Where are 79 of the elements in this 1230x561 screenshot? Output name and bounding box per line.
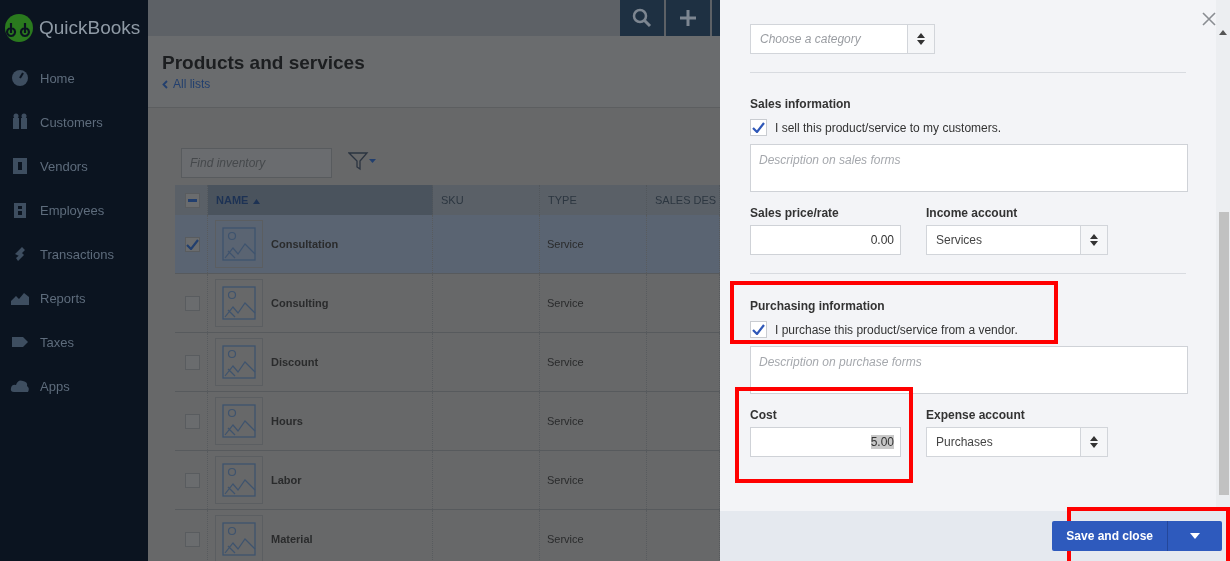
plus-icon <box>679 9 697 27</box>
nav-icon <box>10 156 30 176</box>
add-button[interactable] <box>666 0 710 36</box>
name-cell-text: Material <box>270 533 313 545</box>
nav-icon <box>10 112 30 132</box>
field-label: Sales price/rate <box>750 206 840 220</box>
checkbox[interactable] <box>750 119 767 136</box>
table-row[interactable]: Consulting Service <box>175 274 720 333</box>
close-icon <box>1200 10 1218 28</box>
image-icon <box>222 286 256 320</box>
category-select[interactable]: Choose a category <box>750 24 935 54</box>
nav-item[interactable]: Vendors <box>0 144 148 188</box>
table-row[interactable]: Consultation Service <box>175 215 720 274</box>
account-select[interactable]: Services <box>926 225 1108 255</box>
search-icon <box>632 8 652 28</box>
image-icon <box>222 463 256 497</box>
name-cell-text: Discount <box>270 356 319 368</box>
section-title: Sales information <box>750 97 852 111</box>
row-checkbox[interactable] <box>185 236 200 252</box>
check-icon <box>186 238 199 250</box>
type-cell-text: Service <box>546 238 584 250</box>
amount-field[interactable]: 5.00 <box>750 427 901 457</box>
description-field[interactable]: Description on purchase forms <box>750 346 1188 394</box>
field-label: Expense account <box>926 408 1026 422</box>
save-button[interactable]: Save and close <box>1052 521 1222 551</box>
nav-item[interactable]: Reports <box>0 276 148 320</box>
table-row[interactable]: Discount Service <box>175 333 720 392</box>
nav-item[interactable]: Apps <box>0 364 148 408</box>
scroll-up-icon[interactable] <box>1219 30 1227 35</box>
section-title: Purchasing information <box>750 299 886 313</box>
type-cell-text: Service <box>546 297 584 309</box>
scrollbar-thumb[interactable] <box>1219 212 1229 495</box>
sort-up-icon <box>253 199 261 204</box>
updown-icon <box>1090 234 1098 246</box>
checkbox[interactable] <box>750 321 767 338</box>
name-cell-text: Labor <box>270 474 302 486</box>
checkbox-label[interactable]: I purchase this product/service from a vendor. <box>750 321 1216 338</box>
nav-item[interactable]: Taxes <box>0 320 148 364</box>
type-cell-text: Service <box>546 356 584 368</box>
chevron-left-icon <box>162 79 168 89</box>
name-cell-text: Consultation <box>270 238 339 250</box>
table-row[interactable]: Hours Service <box>175 392 720 451</box>
updown-icon <box>1090 436 1098 448</box>
back-link[interactable]: All lists <box>162 77 211 91</box>
image-icon <box>222 227 256 261</box>
nav-item[interactable]: Transactions <box>0 232 148 276</box>
table-row[interactable]: Material Service <box>175 510 720 561</box>
account-select[interactable]: Purchases <box>926 427 1108 457</box>
field-label: Income account <box>926 206 1019 220</box>
image-icon <box>222 404 256 438</box>
check-icon <box>752 324 765 335</box>
name-cell-text: Hours <box>270 415 303 427</box>
select-all-checkbox[interactable] <box>185 192 200 208</box>
minus-icon <box>188 198 197 202</box>
app-logo-text: QuickBooks <box>39 17 141 39</box>
amount-field[interactable]: 0.00 <box>750 225 901 255</box>
page-title: Products and services <box>162 52 366 74</box>
logo-icon <box>5 14 33 42</box>
check-icon <box>752 122 765 133</box>
caret-down-icon <box>1190 533 1200 539</box>
filter-icon[interactable] <box>348 150 376 171</box>
nav-item[interactable]: Employees <box>0 188 148 232</box>
type-cell-text: Service <box>546 533 584 545</box>
toolbar-segment <box>712 0 720 36</box>
image-icon <box>222 345 256 379</box>
description-field[interactable]: Description on sales forms <box>750 144 1188 192</box>
field-label: Cost <box>750 408 778 422</box>
name-cell-text: Consulting <box>270 297 329 309</box>
nav-icon <box>10 68 30 88</box>
search-button[interactable] <box>620 0 664 36</box>
checkbox-label[interactable]: I sell this product/service to my customers. <box>750 119 1216 136</box>
nav-item[interactable]: Customers <box>0 100 148 144</box>
close-button[interactable] <box>1200 10 1218 28</box>
image-icon <box>222 522 256 556</box>
table-row[interactable]: Labor Service <box>175 451 720 510</box>
type-cell-text: Service <box>546 474 584 486</box>
type-cell-text: Service <box>546 415 584 427</box>
nav-item[interactable]: Home <box>0 56 148 100</box>
updown-icon <box>917 33 925 45</box>
